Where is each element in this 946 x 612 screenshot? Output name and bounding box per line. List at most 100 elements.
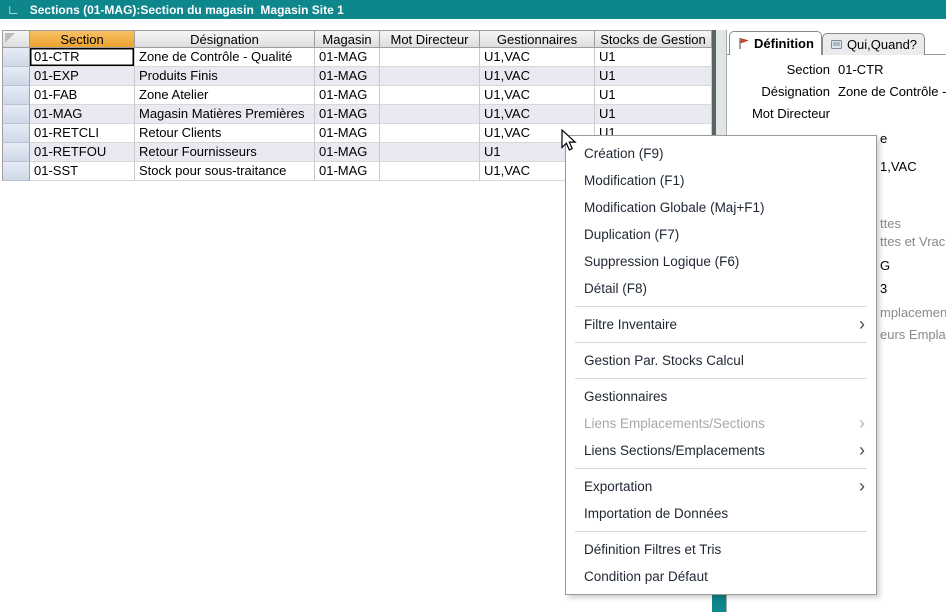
cell-mot-directeur[interactable] xyxy=(380,48,480,67)
row-selector[interactable] xyxy=(2,48,30,67)
definition-tab-icon xyxy=(737,37,750,50)
menu-item-label: Modification (F1) xyxy=(584,173,685,188)
cell-mot-directeur[interactable] xyxy=(380,105,480,124)
cell-magasin[interactable]: 01-MAG xyxy=(315,143,380,162)
panel-text-fragment: G xyxy=(880,258,890,273)
corner-triangle-icon xyxy=(5,33,15,43)
menu-item-gestion-par-stocks-calcul[interactable]: Gestion Par. Stocks Calcul xyxy=(566,347,876,374)
app-icon: ∟ xyxy=(7,0,20,19)
cell-mot-directeur[interactable] xyxy=(380,124,480,143)
column-header-stocks-de-gestion[interactable]: Stocks de Gestion xyxy=(595,30,712,48)
cell-designation[interactable]: Retour Fournisseurs xyxy=(135,143,315,162)
menu-item-label: Liens Sections/Emplacements xyxy=(584,443,765,458)
table-row: 01-EXP Produits Finis 01-MAG U1,VAC U1 xyxy=(2,67,712,86)
row-selector[interactable] xyxy=(2,67,30,86)
panel-text-fragment: e xyxy=(880,131,887,146)
cell-mot-directeur[interactable] xyxy=(380,67,480,86)
column-header-magasin[interactable]: Magasin xyxy=(315,30,380,48)
cell-magasin[interactable]: 01-MAG xyxy=(315,48,380,67)
cell-designation[interactable]: Retour Clients xyxy=(135,124,315,143)
tab-definition[interactable]: Définition xyxy=(729,31,822,55)
menu-item-condition-par-defaut[interactable]: Condition par Défaut xyxy=(566,563,876,590)
cell-section[interactable]: 01-MAG xyxy=(30,105,135,124)
menu-separator xyxy=(575,531,867,532)
cell-magasin[interactable]: 01-MAG xyxy=(315,86,380,105)
cell-magasin[interactable]: 01-MAG xyxy=(315,162,380,181)
splitter-grip[interactable] xyxy=(712,594,726,612)
menu-separator xyxy=(575,378,867,379)
menu-item-duplication[interactable]: Duplication (F7) xyxy=(566,221,876,248)
row-selector[interactable] xyxy=(2,143,30,162)
menu-item-label: Modification Globale (Maj+F1) xyxy=(584,200,764,215)
cell-designation[interactable]: Zone de Contrôle - Qualité xyxy=(135,48,315,67)
table-row: 01-CTR Zone de Contrôle - Qualité 01-MAG… xyxy=(2,48,712,67)
tab-definition-label: Définition xyxy=(754,36,814,51)
field-label-mot-directeur: Mot Directeur xyxy=(752,106,830,121)
panel-text-fragment: 3 xyxy=(880,281,887,296)
menu-item-suppression-logique[interactable]: Suppression Logique (F6) xyxy=(566,248,876,275)
context-menu: Création (F9) Modification (F1) Modifica… xyxy=(565,135,877,595)
cell-stocks[interactable]: U1 xyxy=(595,86,712,105)
cell-designation[interactable]: Stock pour sous-traitance xyxy=(135,162,315,181)
column-header-section[interactable]: Section xyxy=(30,30,135,48)
table-row: 01-FAB Zone Atelier 01-MAG U1,VAC U1 xyxy=(2,86,712,105)
select-all-corner[interactable] xyxy=(2,30,30,48)
table-header-row: Section Désignation Magasin Mot Directeu… xyxy=(2,30,712,48)
cell-section[interactable]: 01-FAB xyxy=(30,86,135,105)
cell-stocks[interactable]: U1 xyxy=(595,105,712,124)
cell-section[interactable]: 01-RETFOU xyxy=(30,143,135,162)
menu-item-detail[interactable]: Détail (F8) xyxy=(566,275,876,302)
menu-item-filtre-inventaire[interactable]: Filtre Inventaire › xyxy=(566,311,876,338)
cell-gestionnaires[interactable]: U1,VAC xyxy=(480,105,595,124)
cell-magasin[interactable]: 01-MAG xyxy=(315,67,380,86)
row-selector[interactable] xyxy=(2,162,30,181)
cell-magasin[interactable]: 01-MAG xyxy=(315,124,380,143)
cell-mot-directeur[interactable] xyxy=(380,86,480,105)
cell-mot-directeur[interactable] xyxy=(380,143,480,162)
row-selector[interactable] xyxy=(2,86,30,105)
menu-item-exportation[interactable]: Exportation › xyxy=(566,473,876,500)
menu-item-importation-de-donnees[interactable]: Importation de Données xyxy=(566,500,876,527)
detail-panel-tabs: Définition Qui,Quand? xyxy=(729,31,925,55)
panel-text-fragment: 1,VAC xyxy=(880,159,917,174)
window-title-bar[interactable]: ∟ Sections (01-MAG):Section du magasin M… xyxy=(0,0,946,19)
cell-designation[interactable]: Produits Finis xyxy=(135,67,315,86)
menu-separator xyxy=(575,342,867,343)
cell-section[interactable]: 01-RETCLI xyxy=(30,124,135,143)
submenu-arrow-icon: › xyxy=(859,410,865,436)
app-window: ∟ Sections (01-MAG):Section du magasin M… xyxy=(0,0,946,612)
submenu-arrow-icon: › xyxy=(859,311,865,337)
tab-qui-quand[interactable]: Qui,Quand? xyxy=(822,33,925,55)
menu-item-liens-sections-emplacements[interactable]: Liens Sections/Emplacements › xyxy=(566,437,876,464)
field-value-designation: Zone de Contrôle - xyxy=(838,84,946,99)
cell-mot-directeur[interactable] xyxy=(380,162,480,181)
cell-section[interactable]: 01-CTR xyxy=(30,48,135,67)
column-header-mot-directeur[interactable]: Mot Directeur xyxy=(380,30,480,48)
menu-item-definition-filtres-et-tris[interactable]: Définition Filtres et Tris xyxy=(566,536,876,563)
cell-section[interactable]: 01-SST xyxy=(30,162,135,181)
menu-item-creation[interactable]: Création (F9) xyxy=(566,140,876,167)
cell-section[interactable]: 01-EXP xyxy=(30,67,135,86)
cell-stocks[interactable]: U1 xyxy=(595,48,712,67)
mouse-cursor-icon xyxy=(561,129,583,153)
cell-magasin[interactable]: 01-MAG xyxy=(315,105,380,124)
cell-gestionnaires[interactable]: U1,VAC xyxy=(480,48,595,67)
cell-designation[interactable]: Magasin Matières Premières xyxy=(135,105,315,124)
field-label-designation: Désignation xyxy=(761,84,830,99)
qui-quand-tab-icon xyxy=(830,38,843,51)
menu-item-label: Définition Filtres et Tris xyxy=(584,542,721,557)
column-header-gestionnaires[interactable]: Gestionnaires xyxy=(480,30,595,48)
row-selector[interactable] xyxy=(2,105,30,124)
row-selector[interactable] xyxy=(2,124,30,143)
menu-item-modification-globale[interactable]: Modification Globale (Maj+F1) xyxy=(566,194,876,221)
submenu-arrow-icon: › xyxy=(859,473,865,499)
menu-item-label: Duplication (F7) xyxy=(584,227,679,242)
cell-gestionnaires[interactable]: U1,VAC xyxy=(480,67,595,86)
menu-item-modification[interactable]: Modification (F1) xyxy=(566,167,876,194)
cell-gestionnaires[interactable]: U1,VAC xyxy=(480,86,595,105)
menu-item-gestionnaires[interactable]: Gestionnaires xyxy=(566,383,876,410)
cell-stocks[interactable]: U1 xyxy=(595,67,712,86)
column-header-designation[interactable]: Désignation xyxy=(135,30,315,48)
menu-item-label: Liens Emplacements/Sections xyxy=(584,416,765,431)
cell-designation[interactable]: Zone Atelier xyxy=(135,86,315,105)
